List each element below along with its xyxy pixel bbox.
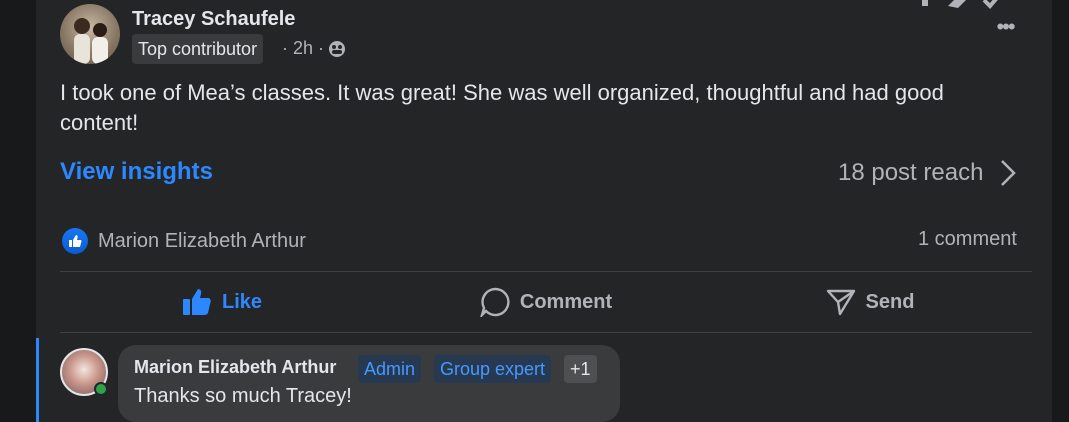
more-badges-button[interactable]: +1: [564, 355, 597, 383]
comment-bubble: Marion Elizabeth Arthur Admin Group expe…: [118, 345, 620, 422]
post-author-name[interactable]: Tracey Schaufele: [132, 8, 295, 31]
chevron-right-icon: [1001, 160, 1017, 186]
post-reach-button[interactable]: 18 post reach: [838, 158, 1017, 188]
comment-label: Comment: [519, 290, 613, 313]
send-icon: [826, 289, 855, 316]
more-options-button[interactable]: •••: [990, 16, 1020, 42]
view-insights-link[interactable]: View insights: [60, 158, 213, 186]
post-meta: · 2h ·: [282, 38, 346, 59]
post-actions-bar: Like Comment Send: [60, 272, 1032, 332]
online-status-icon: [94, 382, 108, 396]
reactions-summary[interactable]: Marion Elizabeth Arthur: [62, 228, 306, 254]
comment-author-name[interactable]: Marion Elizabeth Arthur: [134, 357, 336, 378]
send-button[interactable]: Send: [708, 272, 1032, 332]
like-label: Like: [221, 290, 263, 313]
comment-count-link[interactable]: 1 comment: [918, 228, 1017, 251]
group-expert-badge[interactable]: Group expert: [434, 355, 552, 383]
send-label: Send: [865, 290, 915, 313]
reactor-name: Marion Elizabeth Arthur: [98, 229, 306, 252]
highlighted-comment-indicator: [36, 338, 39, 422]
author-avatar[interactable]: [60, 4, 120, 64]
like-button[interactable]: Like: [60, 272, 384, 332]
commenter-avatar[interactable]: [60, 348, 108, 396]
like-reaction-icon: [62, 228, 88, 254]
comment-bubble-icon: [480, 287, 510, 317]
comment-text: Thanks so much Tracey!: [134, 385, 352, 407]
post-timestamp[interactable]: · 2h ·: [282, 38, 324, 59]
admin-badge[interactable]: Admin: [358, 355, 422, 383]
post-reach-label: 18 post reach: [838, 159, 984, 186]
thumbs-up-icon: [182, 289, 211, 315]
post-text: I took one of Mea’s classes. It was grea…: [60, 80, 944, 135]
divider-bottom: [60, 332, 1032, 333]
top-contributor-badge[interactable]: Top contributor: [132, 34, 264, 64]
group-privacy-icon: [329, 40, 346, 57]
comment-button[interactable]: Comment: [384, 272, 708, 332]
post-header-actions-icon[interactable]: [918, 0, 1008, 10]
